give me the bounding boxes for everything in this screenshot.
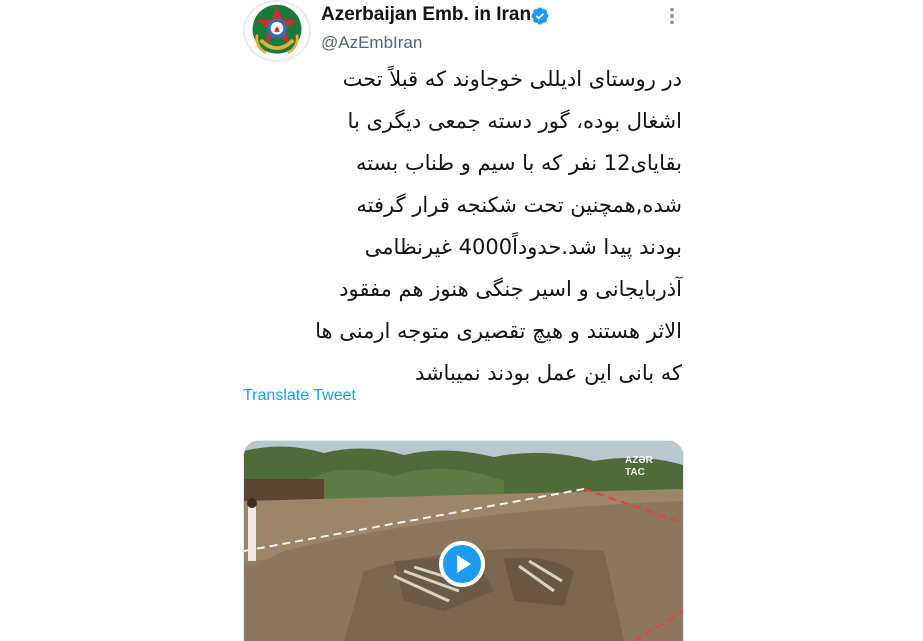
more-dot — [670, 14, 674, 18]
tweet-text: در روستای ادیللی خوجاوند که قبلاً تحت اش… — [243, 58, 682, 394]
author-display-name[interactable]: Azerbaijan Emb. in Iran — [321, 4, 531, 26]
play-button[interactable] — [439, 541, 485, 587]
play-icon — [457, 555, 471, 573]
tweet-text-line: بقایای12 نفر که با سیم و طناب بسته — [355, 151, 682, 175]
tweet-text-line: در روستای ادیللی خوجاوند که قبلاً تحت — [342, 67, 682, 91]
more-options-icon[interactable] — [660, 4, 684, 28]
more-dot — [670, 20, 674, 25]
tweet-text-line: شده,همچنین تحت شکنجه قرار گرفته — [356, 193, 682, 217]
translate-tweet-link[interactable]: Translate Tweet — [243, 387, 356, 405]
video-watermark: AZƏR TAC — [625, 455, 653, 478]
tweet-text-line: بودند پیدا شد.حدوداً4000 غیرنظامی — [364, 235, 682, 259]
author-handle[interactable]: @AzEmbIran — [321, 33, 422, 53]
tweet-text-line: اشغال بوده، گور دسته جمعی دیگری با — [347, 109, 682, 133]
tweet-text-line: الاثر هستند و هیچ تقصیری متوجه ارمنی ها — [315, 319, 682, 343]
tweet-card: Azerbaijan Emb. in Iran @AzEmbIran در رو… — [0, 0, 923, 641]
more-dot — [670, 7, 674, 12]
avatar[interactable] — [243, 0, 311, 62]
azerbaijan-emblem-icon — [248, 2, 306, 60]
tweet-text-line: آذربایجانی و اسیر جنگی هنوز هم مفقود — [339, 277, 682, 301]
video-media[interactable]: AZƏR TAC — [243, 440, 684, 641]
verified-badge-icon — [531, 7, 549, 25]
